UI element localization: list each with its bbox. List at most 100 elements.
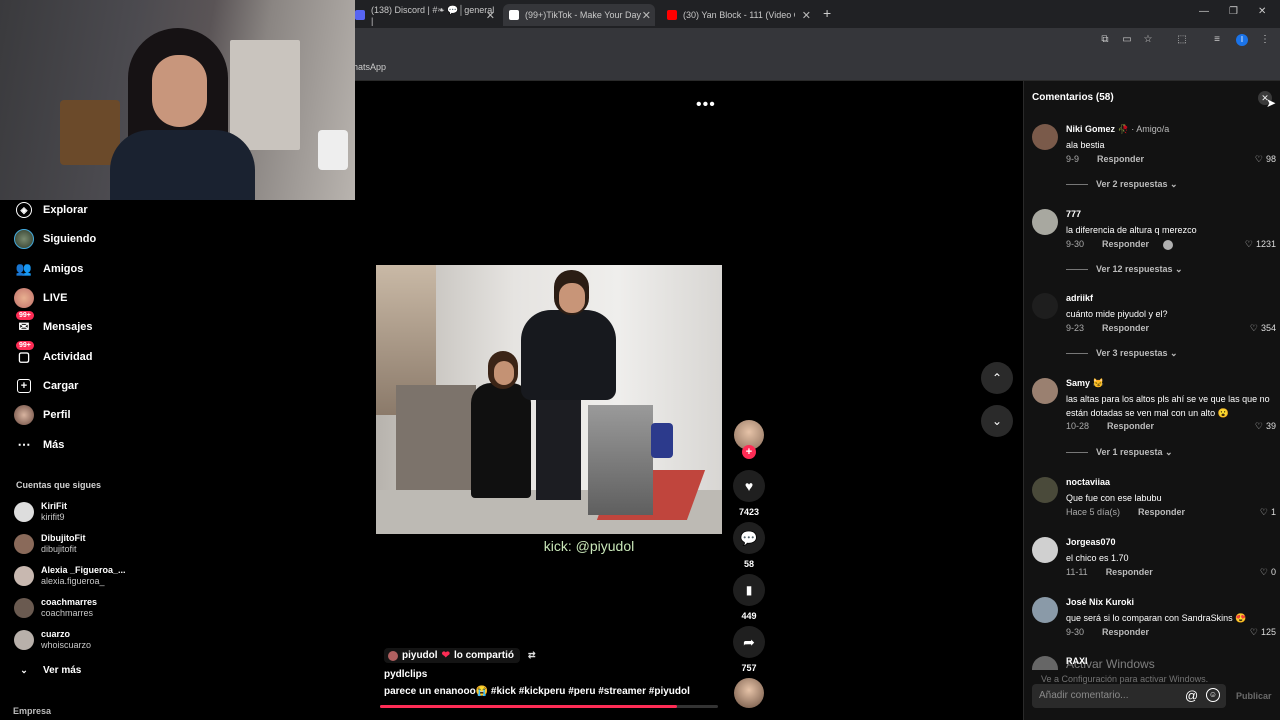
comment-like[interactable]: ♡ 125 [1250,627,1276,638]
comment-user[interactable]: José Nix Kuroki [1066,597,1134,607]
video-username[interactable]: pydlclips [384,669,427,680]
reply-button[interactable]: Responder [1102,627,1149,637]
media-control-icon[interactable]: ≡ [1211,34,1223,46]
following-account[interactable]: cuarzo whoiscuarzo [14,629,91,651]
comment-like[interactable]: ♡ 1231 [1245,239,1276,250]
sidebar-item-mensajes[interactable]: ✉ 99+ Mensajes [14,311,93,338]
view-replies-button[interactable]: Ver 3 respuestas ⌄ [1066,348,1178,359]
reply-button[interactable]: Responder [1102,323,1149,333]
translate-icon[interactable]: ⧉ [1099,34,1111,46]
sidebar-item-live[interactable]: LIVE [14,287,67,309]
comment-like[interactable]: ♡ 354 [1250,323,1276,334]
follow-plus-button[interactable]: + [742,445,756,459]
comment-like[interactable]: ♡ 1 [1260,507,1276,518]
share-button[interactable]: ➦ [733,626,765,658]
comment-like[interactable]: ♡ 98 [1255,154,1276,165]
comment-user[interactable]: Niki Gomez 🥀 · Amigo/a [1066,124,1169,135]
heart-outline-icon: ♡ [1259,567,1268,577]
following-account[interactable]: coachmarres coachmarres [14,597,97,619]
window-close-icon[interactable]: ✕ [1258,6,1266,17]
sidebar-item-perfil[interactable]: Perfil [14,404,71,426]
close-tab-icon[interactable]: ✕ [802,9,811,22]
cast-icon[interactable]: ▭ [1121,34,1133,46]
sidebar-item-label: Cargar [43,380,79,392]
bookmark-star-icon[interactable]: ☆ [1142,34,1154,46]
comment-avatar[interactable] [1032,477,1058,503]
view-replies-button[interactable]: Ver 1 respuesta ⌄ [1066,447,1173,458]
sidebar-item-actividad[interactable]: ▢ 99+ Actividad [14,341,93,368]
view-replies-button[interactable]: Ver 2 respuestas ⌄ [1066,179,1178,190]
reply-button[interactable]: Responder [1102,239,1149,249]
comment-user[interactable]: noctaviiaa [1066,477,1110,487]
browser-menu-icon[interactable]: ⋮ [1259,34,1271,46]
restore-icon[interactable]: ❐ [1229,6,1238,17]
next-video-button[interactable]: ⌄ [981,405,1013,437]
comment-avatar[interactable] [1032,378,1058,404]
mention-icon[interactable]: @ [1185,688,1198,703]
webcam-person-body [110,130,255,200]
comment-avatar[interactable] [1032,293,1058,319]
account-avatar [14,502,34,522]
sidebar-item-amigos[interactable]: 👥 Amigos [14,258,83,280]
comment-button[interactable]: 💬 [733,522,765,554]
following-account[interactable]: Alexia _Figueroa_... alexia.figueroa_ [14,565,126,587]
comment-user[interactable]: 777 [1066,209,1081,219]
publish-button[interactable]: Publicar [1236,691,1272,701]
comment-avatar[interactable] [1032,209,1058,235]
comment-like[interactable]: ♡ 39 [1255,421,1276,432]
tab-tiktok[interactable]: (99+)TikTok - Make Your Day ✕ [503,4,655,26]
view-replies-button[interactable]: Ver 12 respuestas ⌄ [1066,264,1183,275]
comment-avatar[interactable] [1032,124,1058,150]
repost-icon: ⇄ [527,650,536,660]
comment-user[interactable]: Jorgeas070 [1066,537,1116,547]
following-account[interactable]: KiriFit kirifit9 [14,501,67,523]
comment-avatar[interactable] [1032,537,1058,563]
see-more-button[interactable]: ⌄ Ver más [14,659,81,681]
tab-discord[interactable]: (138) Discord | #❧ 💬│general | ✕ [355,4,495,26]
like-count: 7423 [738,507,760,517]
sidebar-item-explorar[interactable]: ◈ Explorar [14,199,88,221]
tab-label: (30) Yan Block - 111 (Video Ofi [683,10,795,20]
comment-avatar[interactable] [1032,656,1058,670]
video-person-tall-legs [536,395,581,500]
reply-button[interactable]: Responder [1107,421,1154,431]
bookmark-whatsapp[interactable]: hatsApp [353,62,386,72]
account-avatar [14,630,34,650]
heart-icon: ♥ [744,478,754,494]
reply-button[interactable]: Responder [1138,507,1185,517]
sidebar-item-label: LIVE [43,292,68,304]
profile-avatar [14,405,34,425]
video-author-row[interactable]: piyudol ❤ lo compartió ⇄ [384,648,536,663]
comment-like[interactable]: ♡ 0 [1260,567,1276,578]
video-player[interactable] [376,265,722,534]
sound-avatar[interactable] [734,678,764,708]
sidebar-item-mas[interactable]: ⋯ Más [14,434,65,456]
comment-text: cuánto mide piyudol y el? [1066,309,1168,319]
previous-video-button[interactable]: ⌃ [981,362,1013,394]
comment-avatar[interactable] [1032,597,1058,623]
tab-youtube[interactable]: (30) Yan Block - 111 (Video Ofi ✕ [667,4,811,26]
footer-empresa[interactable]: Empresa [13,706,51,716]
emoji-icon[interactable]: ☺ [1206,688,1220,702]
new-tab-button[interactable]: + [823,5,831,21]
reply-button[interactable]: Responder [1106,567,1153,577]
video-progress-bar[interactable] [380,705,718,708]
minimize-icon[interactable]: — [1199,6,1209,17]
comment-text: que será si lo comparan con SandraSkins … [1066,613,1247,623]
author-name: piyudol [402,650,438,661]
comment-user[interactable]: adriikf [1066,293,1093,303]
more-options-icon[interactable]: ••• [696,96,716,114]
sidebar-item-cargar[interactable]: + Cargar [14,375,78,397]
extensions-icon[interactable]: ⬚ [1176,34,1188,46]
like-button[interactable]: ♥ [733,470,765,502]
comment-user[interactable]: Samy 😼 [1066,378,1104,389]
close-tab-icon[interactable]: ✕ [642,9,651,22]
following-account[interactable]: DibujitoFit dibujitofit [14,533,86,555]
profile-icon[interactable]: I [1236,34,1248,46]
save-button[interactable]: ▮ [733,574,765,606]
author-pill[interactable]: piyudol ❤ lo compartió [384,648,520,663]
close-tab-icon[interactable]: ✕ [486,9,495,22]
windows-activation-watermark: Activar Windows [1066,657,1155,671]
reply-button[interactable]: Responder [1097,154,1144,164]
sidebar-item-siguiendo[interactable]: Siguiendo [14,228,96,250]
